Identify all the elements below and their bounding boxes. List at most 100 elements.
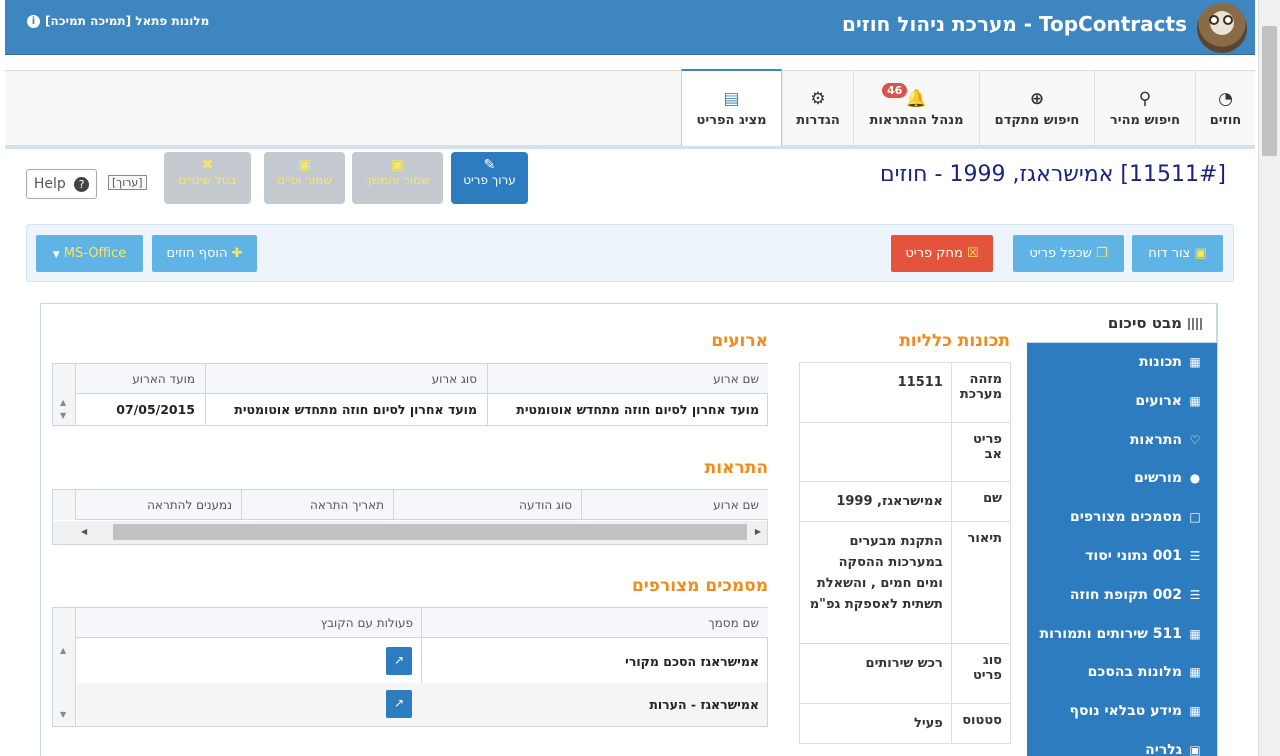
button-label: מחק פריט	[905, 246, 963, 261]
property-value	[799, 422, 952, 482]
edit-item-button[interactable]: ✎ ערוך פריט	[451, 152, 528, 204]
add-contracts-button[interactable]: ✚ הוסף חוזים	[152, 235, 257, 272]
ms-office-dropdown[interactable]: MS-Office ▼	[36, 235, 143, 272]
scrollbar-thumb[interactable]	[113, 524, 747, 540]
plus-icon: ✚	[231, 246, 243, 261]
bar-chart-icon: ▣	[1194, 246, 1207, 261]
scroll-down-icon[interactable]: ▼	[60, 411, 66, 420]
side-menu-header[interactable]: מבט סיכום	[1027, 303, 1217, 343]
document-name-cell[interactable]: אמישראגז הסכם מקורי	[422, 654, 767, 669]
tab-advanced-search[interactable]: ⊕ חיפוש מתקדם	[979, 71, 1094, 146]
app-title: TopContracts - מערכת ניהול חוזים	[841, 12, 1187, 36]
column-header[interactable]: שם ארוע	[581, 498, 767, 512]
button-label: שכפל פריט	[1029, 246, 1092, 261]
column-header[interactable]: סוג ארוע	[204, 372, 485, 386]
side-item-hotels[interactable]: ▦ מלונות בהסכם	[1027, 653, 1217, 692]
property-value: פעיל	[799, 703, 952, 744]
side-item-label: 002 תקופת חוזה	[1069, 586, 1182, 603]
tab-contracts[interactable]: ◔ חוזים	[1195, 71, 1255, 146]
support-link[interactable]: מלונות פתאל [תמיכה תמיכה] i	[27, 14, 209, 28]
calendar-icon: ▦	[1189, 393, 1201, 408]
page-scrollbar[interactable]	[1258, 0, 1280, 756]
events-grid: ▲ ▼ שם ארוע סוג ארוע מועד הארוע מועד אחר…	[52, 363, 768, 426]
property-value: אמישראגז, 1999	[799, 481, 952, 522]
save-icon: ▣	[297, 157, 312, 173]
gear-icon: ⚙	[810, 89, 826, 109]
side-item-properties[interactable]: ▦ תכונות	[1027, 343, 1217, 382]
save-close-button[interactable]: ▣ שמור וסיים	[264, 152, 345, 204]
side-menu: מבט סיכום ▦ תכונות ▦ ארועים ♡ התראות ● מורשי…	[1027, 303, 1217, 756]
save-icon: ▣	[390, 157, 405, 173]
column-header[interactable]: שם מסמך	[422, 616, 767, 630]
button-label: בטל שינויים	[178, 173, 237, 187]
app-logo	[1197, 3, 1247, 53]
property-value: 11511	[799, 362, 952, 423]
column-header[interactable]: נמענים להתראה	[76, 498, 240, 512]
scroll-up-icon[interactable]: ▲	[60, 398, 66, 407]
button-label: שמור והמשך	[365, 173, 430, 187]
side-item-contract-period[interactable]: ☰ 002 תקופת חוזה	[1027, 576, 1217, 615]
side-item-basic-data[interactable]: ☰ 001 נתוני יסוד	[1027, 537, 1217, 576]
side-item-label: מורשים	[1134, 470, 1182, 487]
tab-settings[interactable]: ⚙ הגדרות	[782, 71, 853, 146]
side-item-label: 001 נתוני יסוד	[1085, 547, 1182, 564]
scroll-right-icon[interactable]: ▶	[755, 527, 761, 536]
column-header[interactable]: סוג הודעה	[394, 498, 580, 512]
file-icon: □	[1189, 510, 1201, 525]
support-label: מלונות פתאל [תמיכה תמיכה]	[45, 14, 210, 28]
delete-item-button[interactable]: ☒ מחק פריט	[891, 235, 993, 272]
horizontal-scrollbar[interactable]: ◀ ▶	[53, 521, 767, 544]
tab-label: חוזים	[1209, 113, 1242, 128]
duplicate-item-button[interactable]: ❐ שכפל פריט	[1013, 235, 1124, 272]
grid-scrollbar[interactable]: ▲ ▼	[53, 364, 76, 425]
edit-tag[interactable]: [ערוך]	[108, 175, 147, 190]
list-icon: ☰	[1189, 587, 1201, 602]
save-continue-button[interactable]: ▣ שמור והמשך	[352, 152, 443, 204]
side-item-services[interactable]: ▦ 511 שירותים ותמורות	[1027, 615, 1217, 654]
search-icon: ⚲	[1138, 89, 1152, 109]
scroll-up-icon[interactable]: ▲	[60, 646, 66, 655]
tab-quick-search[interactable]: ⚲ חיפוש מהיר	[1094, 71, 1195, 146]
general-properties-table: מזהה מערכת 11511 פריט אב שם אמישראגז, 1999…	[799, 362, 1012, 744]
column-header[interactable]: תאריך התראה	[242, 498, 392, 512]
side-item-attachments[interactable]: □ מסמכים מצורפים	[1027, 498, 1217, 537]
side-item-gallery[interactable]: ▣ גלריה	[1027, 731, 1217, 756]
table-row: שם אמישראגז, 1999	[799, 481, 1012, 522]
book-icon: ▤	[723, 89, 740, 109]
event-date-cell: 07/05/2015	[116, 402, 195, 417]
attachments-grid: ▲ ▼ שם מסמך פעולות עם הקובץ אמישראגז הסכ…	[52, 607, 768, 727]
property-key: תיאור	[950, 521, 1012, 644]
column-header[interactable]: מועד הארוע	[75, 372, 203, 386]
cancel-changes-button[interactable]: ✖ בטל שינויים	[164, 152, 251, 204]
grid-scrollbar[interactable]	[53, 490, 76, 520]
scroll-left-icon[interactable]: ◀	[81, 527, 87, 536]
button-label: צור דוח	[1148, 246, 1191, 261]
document-name-cell[interactable]: אמישראגז - הערות	[422, 697, 767, 712]
column-header[interactable]: שם ארוע	[486, 372, 767, 386]
alerts-badge: 46	[882, 83, 908, 98]
tab-item-viewer[interactable]: ▤ מציג הפריט	[681, 69, 782, 146]
column-header[interactable]: פעולות עם הקובץ	[77, 616, 421, 630]
scrollbar-thumb[interactable]	[1262, 26, 1277, 156]
property-value: רכש שירותים	[799, 643, 952, 704]
side-menu-header-label: מבט סיכום	[1107, 314, 1182, 332]
side-item-label: מלונות בהסכם	[1087, 664, 1182, 681]
side-item-events[interactable]: ▦ ארועים	[1027, 382, 1217, 421]
side-item-alerts[interactable]: ♡ התראות	[1027, 421, 1217, 460]
side-item-permissions[interactable]: ● מורשים	[1027, 459, 1217, 498]
side-item-label: מידע טבלאי נוסף	[1069, 703, 1183, 720]
create-report-button[interactable]: ▣ צור דוח	[1132, 235, 1223, 272]
button-label: שמור וסיים	[277, 173, 332, 187]
grid-scrollbar[interactable]: ▲ ▼	[53, 608, 76, 726]
side-item-extra-table[interactable]: ▦ מידע טבלאי נוסף	[1027, 692, 1217, 731]
users-icon: ●	[1189, 471, 1201, 486]
title-bar: TopContracts - מערכת ניהול חוזים מלונות …	[5, 0, 1255, 55]
tab-alerts-manager[interactable]: 🔔 46 מנהל ההתראות	[853, 71, 979, 146]
bell-icon: 🔔	[905, 89, 928, 109]
barcode-icon	[1188, 317, 1202, 330]
scroll-down-icon[interactable]: ▼	[60, 710, 66, 719]
help-button[interactable]: Help ?	[26, 169, 97, 199]
trash-icon: ☒	[966, 246, 979, 261]
open-file-icon[interactable]: ↗	[386, 690, 412, 718]
open-file-icon[interactable]: ↗	[386, 647, 412, 675]
